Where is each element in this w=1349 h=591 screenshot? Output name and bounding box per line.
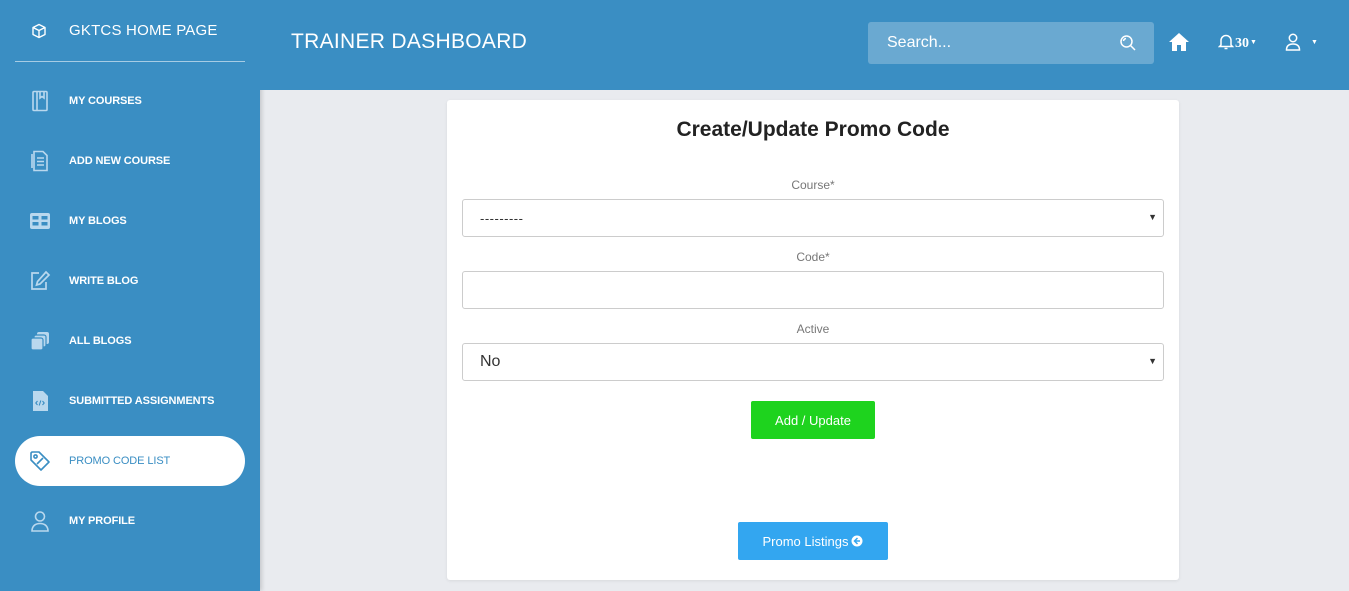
sidebar-item-promo-code-list[interactable]: PROMO CODE LIST (15, 436, 245, 486)
user-icon (28, 509, 52, 533)
sidebar-item-label: WRITE BLOG (69, 275, 139, 287)
course-label: Course* (791, 178, 835, 192)
home-icon[interactable] (1168, 32, 1190, 52)
active-selected-value: No (480, 353, 501, 370)
search-icon[interactable] (1119, 34, 1137, 52)
active-select[interactable]: No ▼ (462, 343, 1164, 381)
course-select[interactable]: --------- ▼ (462, 199, 1164, 237)
brand-title: GKTCS HOME PAGE (69, 22, 218, 39)
sidebar-item-label: MY COURSES (69, 95, 142, 107)
dropdown-arrow-icon: ▼ (1148, 212, 1157, 222)
copy-icon (28, 329, 52, 353)
bell-icon (1217, 33, 1235, 55)
sidebar-item-my-profile[interactable]: MY PROFILE (15, 496, 245, 546)
sidebar-item-label: SUBMITTED ASSIGNMENTS (69, 395, 215, 407)
edit-icon (28, 269, 52, 293)
code-input[interactable] (462, 271, 1164, 309)
sidebar-item-label: MY BLOGS (69, 215, 127, 227)
code-label: Code* (796, 250, 830, 264)
sidebar-item-label: MY PROFILE (69, 515, 136, 527)
sidebar-item-my-courses[interactable]: MY COURSES (15, 76, 245, 126)
sidebar: GKTCS HOME PAGE MY COURSES ADD NEW COURS… (0, 0, 260, 591)
sidebar-item-submitted-assignments[interactable]: SUBMITTED ASSIGNMENTS (15, 376, 245, 426)
course-selected-value: --------- (480, 210, 524, 226)
active-label: Active (796, 322, 830, 336)
cube-icon (31, 23, 47, 39)
arrow-circle-left-icon (851, 535, 863, 547)
sidebar-nav: MY COURSES ADD NEW COURSE MY BLOGS WRITE… (15, 76, 245, 556)
search-box (868, 22, 1154, 64)
book-icon (28, 89, 52, 113)
user-icon (1285, 33, 1301, 56)
notification-count: 30 (1235, 36, 1249, 51)
dropdown-arrow-icon: ▼ (1148, 356, 1157, 366)
sidebar-item-write-blog[interactable]: WRITE BLOG (15, 256, 245, 306)
grid-icon (28, 209, 52, 233)
sidebar-item-all-blogs[interactable]: ALL BLOGS (15, 316, 245, 366)
promo-listings-button[interactable]: Promo Listings (738, 522, 888, 560)
page-title: TRAINER DASHBOARD (291, 30, 528, 53)
sidebar-item-label: ALL BLOGS (69, 335, 132, 347)
chevron-down-icon: ▼ (1311, 39, 1318, 46)
sidebar-item-label: PROMO CODE LIST (69, 455, 171, 467)
promo-listings-label: Promo Listings (762, 533, 849, 549)
code-file-icon (28, 389, 52, 413)
promo-code-form-card: Create/Update Promo Code Course* -------… (447, 100, 1179, 580)
document-icon (28, 149, 52, 173)
user-menu-button[interactable]: ▼ (1285, 33, 1318, 56)
sidebar-item-my-blogs[interactable]: MY BLOGS (15, 196, 245, 246)
sidebar-item-add-new-course[interactable]: ADD NEW COURSE (15, 136, 245, 186)
top-navbar: TRAINER DASHBOARD 30 ▼ ▼ (260, 0, 1349, 90)
form-title: Create/Update Promo Code (676, 118, 950, 141)
chevron-down-icon: ▼ (1250, 38, 1257, 46)
brand-link[interactable]: GKTCS HOME PAGE (15, 0, 245, 62)
sidebar-item-label: ADD NEW COURSE (69, 155, 171, 167)
tag-icon (28, 449, 52, 473)
search-input[interactable] (868, 34, 1108, 52)
add-update-button[interactable]: Add / Update (751, 401, 875, 439)
notifications-button[interactable]: 30 ▼ (1217, 33, 1257, 55)
